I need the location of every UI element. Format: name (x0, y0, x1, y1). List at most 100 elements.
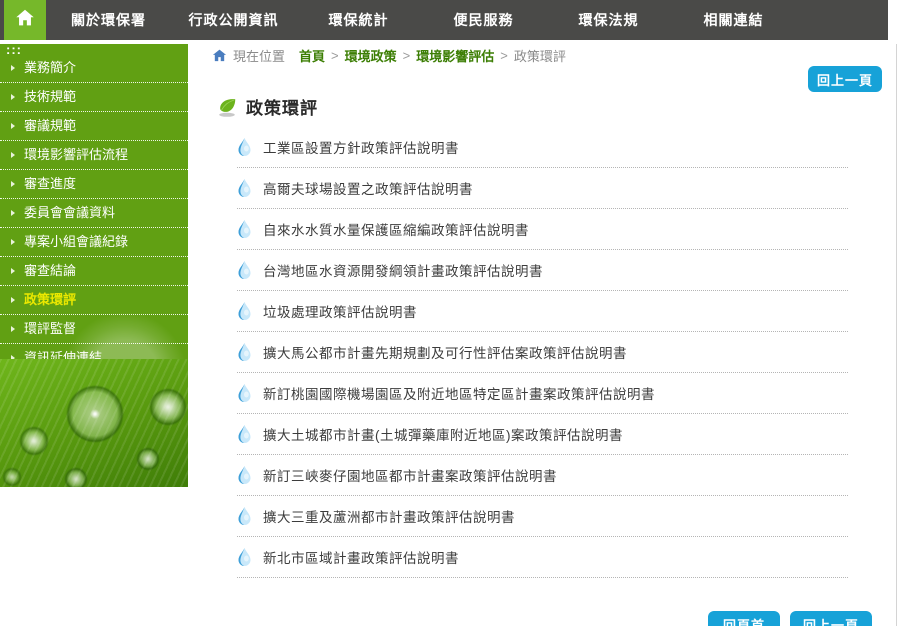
page-title-row: 政策環評 (216, 94, 318, 119)
water-drop-icon (237, 465, 252, 485)
document-list-item[interactable]: 新訂桃園國際機場園區及附近地區特定區計畫案政策評估說明書 (237, 373, 848, 414)
document-list-item[interactable]: 自來水水質水量保護區縮編政策評估說明書 (237, 209, 848, 250)
breadcrumb-current: 政策環評 (513, 49, 566, 64)
water-drop-icon (237, 342, 252, 362)
water-drop-icon (237, 137, 252, 157)
top-navigation-bar: 關於環保署 行政公開資訊 環保統計 便民服務 環保法規 相關連結 (0, 0, 888, 40)
sidebar-menu-item-label: 環評監督 (24, 321, 77, 336)
nav-menu-item[interactable]: 便民服務 (421, 0, 546, 40)
sidebar: ::: 業務簡介 技術規範 審議規範 環境影響評估流程 審查進度 委員會會議資料… (0, 44, 188, 487)
arrow-bullet-icon (11, 181, 15, 187)
content-right-border (896, 44, 897, 626)
sidebar-menu-item[interactable]: 環境影響評估流程 (0, 141, 188, 170)
sidebar-menu-item-label: 審查結論 (24, 263, 77, 278)
page-title: 政策環評 (246, 99, 318, 118)
breadcrumb-separator: > (331, 48, 339, 63)
page: 關於環保署 行政公開資訊 環保統計 便民服務 環保法規 相關連結::: 業務簡… (0, 0, 903, 626)
nav-menu-item[interactable]: 環保統計 (296, 0, 421, 40)
document-list-item[interactable]: 新北市區域計畫政策評估說明書 (237, 537, 848, 578)
water-drop-icon (237, 178, 252, 198)
breadcrumb-link[interactable]: 環境影響評估 (416, 46, 494, 65)
breadcrumb-separator: > (500, 48, 508, 63)
breadcrumb-home-icon[interactable] (212, 48, 227, 63)
document-link-label: 新北市區域計畫政策評估說明書 (263, 551, 459, 566)
sidebar-menu-item[interactable]: 審查結論 (0, 257, 188, 286)
document-link-label: 工業區設置方針政策評估說明書 (263, 141, 459, 156)
water-drop-icon (237, 547, 252, 567)
document-list-item[interactable]: 台灣地區水資源開發綱領計畫政策評估說明書 (237, 250, 848, 291)
document-list: 工業區設置方針政策評估說明書 高爾夫球場設置之政策評估說明書 自來水水質水量保護… (237, 127, 848, 578)
nav-menu-item[interactable]: 行政公開資訊 (171, 0, 296, 40)
sidebar-menu-item[interactable]: 環評監督 (0, 315, 188, 344)
document-list-item[interactable]: 擴大三重及蘆洲都市計畫政策評估說明書 (237, 496, 848, 537)
nav-menu-item-label: 行政公開資訊 (188, 12, 279, 28)
sidebar-menu-item-label: 審議規範 (24, 118, 77, 133)
nav-menu-item[interactable]: 環保法規 (546, 0, 671, 40)
document-list-item[interactable]: 擴大馬公都市計畫先期規劃及可行性評估案政策評估說明書 (237, 332, 848, 373)
arrow-bullet-icon (11, 65, 15, 71)
sidebar-menu-item[interactable]: 審查進度 (0, 170, 188, 199)
arrow-bullet-icon (11, 123, 15, 129)
water-drop-icon (237, 219, 252, 239)
sidebar-menu-item-label: 專案小組會議紀錄 (24, 234, 129, 249)
sidebar-menu-item[interactable]: 審議規範 (0, 112, 188, 141)
sidebar-menu-item[interactable]: 政策環評 (0, 286, 188, 315)
arrow-bullet-icon (11, 326, 15, 332)
sidebar-menu-item-label: 環境影響評估流程 (24, 147, 129, 162)
nav-menu-item-label: 環保統計 (328, 12, 389, 28)
document-link-label: 擴大土城都市計畫(土城彈藥庫附近地區)案政策評估說明書 (263, 428, 623, 443)
nav-menu-item-label: 便民服務 (453, 12, 514, 28)
document-list-item[interactable]: 垃圾處理政策評估說明書 (237, 291, 848, 332)
nav-menu-item-label: 關於環保署 (71, 12, 146, 28)
breadcrumb-link[interactable]: 首頁 (299, 46, 325, 65)
arrow-bullet-icon (11, 210, 15, 216)
document-link-label: 新訂桃園國際機場園區及附近地區特定區計畫案政策評估說明書 (263, 387, 655, 402)
sidebar-menu-item-label: 業務簡介 (24, 60, 77, 75)
document-list-item[interactable]: 高爾夫球場設置之政策評估說明書 (237, 168, 848, 209)
document-link-label: 新訂三峽麥仔園地區都市計畫案政策評估說明書 (263, 469, 557, 484)
sidebar-menu-item[interactable]: 業務簡介 (0, 54, 188, 83)
arrow-bullet-icon (11, 94, 15, 100)
sidebar-menu-item-label: 技術規範 (24, 89, 77, 104)
nav-menu-item-label: 環保法規 (578, 12, 639, 28)
breadcrumb-prefix: 現在位置 (233, 49, 286, 64)
nav-menu-item[interactable]: 關於環保署 (46, 0, 171, 40)
water-drop-icon (237, 260, 252, 280)
nav-menu-item[interactable]: 相關連結 (671, 0, 796, 40)
sidebar-menu-item-label: 政策環評 (24, 292, 77, 307)
sidebar-leaf-waterdrops-image (0, 359, 188, 487)
document-link-label: 垃圾處理政策評估說明書 (263, 305, 417, 320)
arrow-bullet-icon (11, 152, 15, 158)
arrow-bullet-icon (11, 297, 15, 303)
breadcrumb-separator: > (402, 48, 411, 63)
document-link-label: 擴大三重及蘆洲都市計畫政策評估說明書 (263, 510, 515, 525)
document-list-item[interactable]: 工業區設置方針政策評估說明書 (237, 127, 848, 168)
sidebar-menu-item[interactable]: 技術規範 (0, 83, 188, 112)
document-list-item[interactable]: 新訂三峽麥仔園地區都市計畫案政策評估說明書 (237, 455, 848, 496)
water-drop-icon (237, 506, 252, 526)
home-button[interactable] (4, 0, 46, 40)
document-link-label: 高爾夫球場設置之政策評估說明書 (263, 182, 473, 197)
sidebar-menu-item-label: 審查進度 (24, 176, 77, 191)
arrow-bullet-icon (11, 239, 15, 245)
home-icon (14, 7, 36, 34)
sidebar-menu-item[interactable]: 委員會會議資料 (0, 199, 188, 228)
water-drop-icon (237, 424, 252, 444)
document-link-label: 擴大馬公都市計畫先期規劃及可行性評估案政策評估說明書 (263, 346, 627, 361)
breadcrumb: 現在位置 首頁 > 環境政策 > 環境影響評估 > 政策環評 (212, 46, 566, 65)
back-button-bottom[interactable]: 回上一頁 (790, 611, 872, 626)
document-list-item[interactable]: 擴大土城都市計畫(土城彈藥庫附近地區)案政策評估說明書 (237, 414, 848, 455)
leaf-icon (216, 96, 238, 118)
sidebar-menu: 業務簡介 技術規範 審議規範 環境影響評估流程 審查進度 委員會會議資料 專案小… (0, 44, 188, 373)
water-drop-icon (237, 301, 252, 321)
back-button-top[interactable]: 回上一頁 (808, 66, 882, 92)
nav-menu-item-label: 相關連結 (703, 12, 764, 28)
arrow-bullet-icon (11, 268, 15, 274)
breadcrumb-link[interactable]: 環境政策 (345, 46, 397, 65)
sidebar-menu-item[interactable]: 專案小組會議紀錄 (0, 228, 188, 257)
back-to-top-button[interactable]: 回頁首 (708, 611, 780, 626)
document-link-label: 台灣地區水資源開發綱領計畫政策評估說明書 (263, 264, 543, 279)
sidebar-menu-item-label: 委員會會議資料 (24, 205, 116, 220)
water-drop-icon (237, 383, 252, 403)
document-link-label: 自來水水質水量保護區縮編政策評估說明書 (263, 223, 529, 238)
